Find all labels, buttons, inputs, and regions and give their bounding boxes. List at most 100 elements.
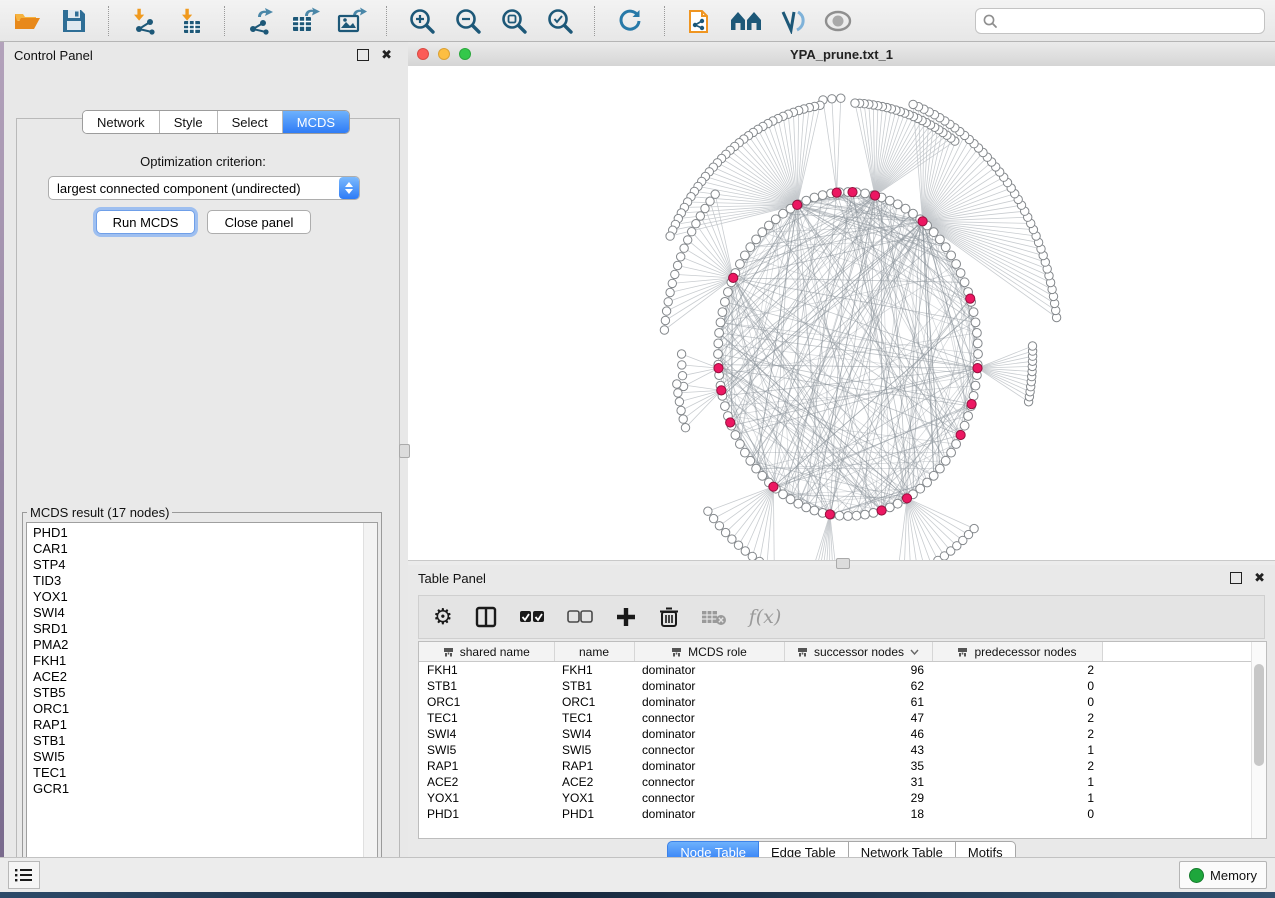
graph-mcds-node[interactable] (967, 400, 976, 409)
graph-mcds-node[interactable] (877, 506, 886, 515)
graph-node[interactable] (960, 278, 969, 287)
column-header-shared-name[interactable]: shared name (419, 642, 554, 662)
graph-node[interactable] (734, 541, 742, 549)
float-table-panel-icon[interactable] (1230, 572, 1242, 584)
graph-node[interactable] (704, 507, 712, 515)
float-panel-icon[interactable] (357, 49, 369, 61)
graph-node[interactable] (721, 298, 730, 307)
graph-node[interactable] (810, 506, 819, 515)
mcds-result-item[interactable]: SWI4 (33, 605, 377, 621)
column-header-successor-nodes[interactable]: successor nodes (784, 642, 932, 662)
graph-mcds-node[interactable] (729, 273, 738, 282)
mcds-result-item[interactable]: FKH1 (33, 653, 377, 669)
graph-node[interactable] (969, 392, 978, 401)
import-table-button[interactable] (172, 4, 208, 38)
vertical-splitter-grip[interactable] (399, 444, 410, 458)
table-row[interactable]: YOX1YOX1connector291 (419, 790, 1252, 806)
graph-mcds-node[interactable] (825, 510, 834, 519)
mcds-result-item[interactable]: STB1 (33, 733, 377, 749)
add-column-button[interactable] (615, 602, 637, 632)
graph-node[interactable] (746, 456, 755, 465)
table-row[interactable]: PHD1PHD1dominator180 (419, 806, 1252, 822)
zoom-selected-button[interactable] (542, 4, 578, 38)
search-input[interactable] (1003, 12, 1258, 29)
zoom-fit-button[interactable] (496, 4, 532, 38)
graph-node[interactable] (724, 288, 733, 297)
graph-node[interactable] (746, 243, 755, 252)
graph-node[interactable] (909, 100, 917, 108)
horizontal-splitter-grip[interactable] (836, 558, 850, 569)
mcds-result-item[interactable]: TID3 (33, 573, 377, 589)
run-mcds-button[interactable]: Run MCDS (96, 210, 195, 234)
table-row[interactable]: SWI4SWI4dominator462 (419, 726, 1252, 742)
graph-mcds-node[interactable] (848, 188, 857, 197)
import-network-button[interactable] (126, 4, 162, 38)
graph-node[interactable] (971, 381, 980, 390)
graph-mcds-node[interactable] (726, 418, 735, 427)
graph-node[interactable] (947, 448, 956, 457)
tab-style[interactable]: Style (160, 111, 218, 133)
graph-node[interactable] (736, 440, 745, 449)
graph-node[interactable] (671, 270, 679, 278)
mcds-result-item[interactable]: ORC1 (33, 701, 377, 717)
graph-mcds-node[interactable] (966, 294, 975, 303)
column-header-name[interactable]: name (554, 642, 634, 662)
graph-mcds-node[interactable] (973, 364, 982, 373)
graph-node[interactable] (680, 244, 688, 252)
refresh-button[interactable] (612, 4, 648, 38)
mcds-result-item[interactable]: SRD1 (33, 621, 377, 637)
graph-node[interactable] (662, 307, 670, 315)
graph-node[interactable] (666, 232, 674, 240)
graph-node[interactable] (721, 528, 729, 536)
table-row[interactable]: RAP1RAP1dominator352 (419, 758, 1252, 774)
graph-node[interactable] (758, 228, 767, 237)
home-layouts-button[interactable] (728, 4, 764, 38)
graph-node[interactable] (673, 380, 681, 388)
column-header-predecessor-nodes[interactable]: predecessor nodes (932, 642, 1102, 662)
zoom-out-button[interactable] (450, 4, 486, 38)
show-eye-button[interactable] (820, 4, 856, 38)
mcds-result-item[interactable]: ACE2 (33, 669, 377, 685)
mcds-result-item[interactable]: PHD1 (33, 525, 377, 541)
graph-node[interactable] (861, 189, 870, 198)
graph-mcds-node[interactable] (832, 188, 841, 197)
close-panel-icon[interactable]: ✖ (381, 50, 392, 60)
graph-node[interactable] (674, 389, 682, 397)
graph-node[interactable] (964, 412, 973, 421)
table-row[interactable]: STB1STB1dominator620 (419, 678, 1252, 694)
graph-node[interactable] (901, 204, 910, 213)
network-canvas[interactable] (408, 66, 1275, 560)
network-window-titlebar[interactable]: YPA_prune.txt_1 (408, 42, 1275, 67)
graph-node[interactable] (716, 318, 725, 327)
graph-node[interactable] (835, 511, 844, 520)
tab-network[interactable]: Network (83, 111, 160, 133)
graph-node[interactable] (675, 398, 683, 406)
graph-node[interactable] (677, 253, 685, 261)
graph-node[interactable] (941, 456, 950, 465)
export-network-button[interactable] (242, 4, 278, 38)
graph-node[interactable] (718, 308, 727, 317)
graph-node[interactable] (678, 372, 686, 380)
graph-node[interactable] (668, 279, 676, 287)
graph-node[interactable] (714, 350, 723, 359)
export-image-button[interactable] (334, 4, 370, 38)
graph-node[interactable] (688, 228, 696, 236)
graph-node[interactable] (973, 339, 982, 348)
graph-node[interactable] (936, 235, 945, 244)
graph-node[interactable] (923, 478, 932, 487)
graph-node[interactable] (851, 99, 859, 107)
save-session-button[interactable] (56, 4, 92, 38)
graph-node[interactable] (852, 511, 861, 520)
graph-node[interactable] (952, 260, 961, 269)
graph-node[interactable] (715, 329, 724, 338)
column-header-MCDS-role[interactable]: MCDS role (634, 642, 784, 662)
table-scrollbar[interactable] (1251, 642, 1266, 838)
graph-mcds-node[interactable] (717, 386, 726, 395)
show-columns-button[interactable] (475, 602, 497, 632)
graph-node[interactable] (916, 484, 925, 493)
graph-node[interactable] (818, 191, 827, 200)
open-file-button[interactable] (10, 4, 46, 38)
table-row[interactable]: ORC1ORC1dominator610 (419, 694, 1252, 710)
graph-node[interactable] (666, 288, 674, 296)
mcds-result-item[interactable]: STP4 (33, 557, 377, 573)
